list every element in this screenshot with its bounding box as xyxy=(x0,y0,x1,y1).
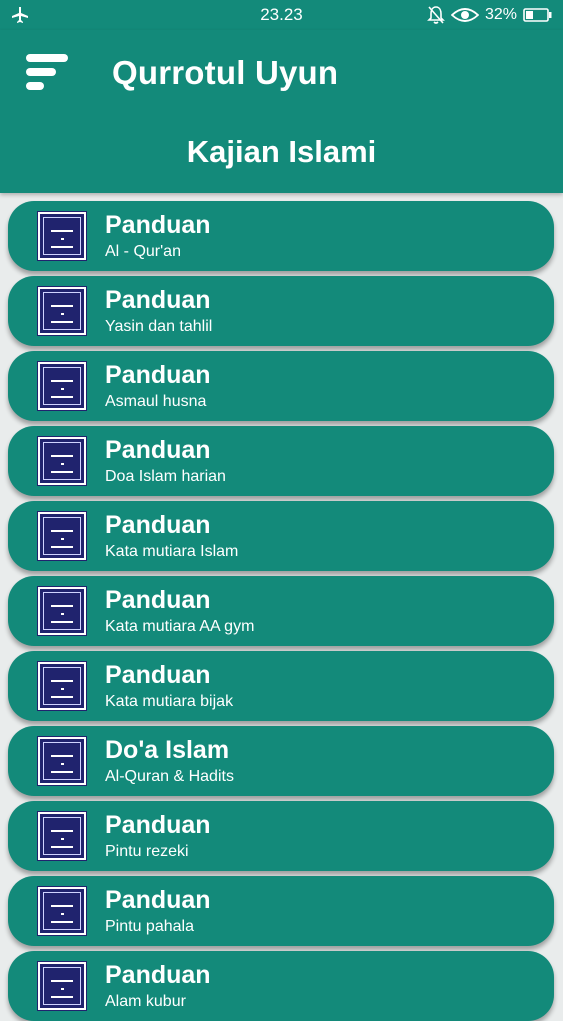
list-item[interactable]: Panduan Pintu pahala xyxy=(8,876,554,946)
app-logo-icon xyxy=(37,436,87,486)
list-item-title: Panduan xyxy=(105,511,211,539)
list-item-subtitle: Al-Quran & Hadits xyxy=(105,768,234,785)
app-logo-icon xyxy=(37,961,87,1011)
status-bar: 23.23 32% xyxy=(0,0,563,30)
app-logo-icon xyxy=(37,511,87,561)
list-item[interactable]: Do'a Islam Al-Quran & Hadits xyxy=(8,726,554,796)
list-item-subtitle: Kata mutiara AA gym xyxy=(105,618,255,635)
app-logo-icon xyxy=(37,586,87,636)
app-logo-icon xyxy=(37,286,87,336)
app-logo-icon xyxy=(37,211,87,261)
list-item-subtitle: Doa Islam harian xyxy=(105,468,226,485)
list-item[interactable]: Panduan Kata mutiara bijak xyxy=(8,651,554,721)
battery-percent: 32% xyxy=(484,6,517,23)
list-item-subtitle: Alam kubur xyxy=(105,993,186,1010)
list-item-title: Panduan xyxy=(105,961,211,989)
app-logo-icon xyxy=(37,886,87,936)
list-item[interactable]: Panduan Doa Islam harian xyxy=(8,426,554,496)
app-header: Qurrotul Uyun Kajian Islami xyxy=(0,30,563,193)
bell-muted-icon xyxy=(427,6,445,24)
app-logo-icon xyxy=(37,661,87,711)
list-item-title: Panduan xyxy=(105,886,211,914)
list-item-subtitle: Kata mutiara Islam xyxy=(105,543,239,560)
list-item-subtitle: Yasin dan tahlil xyxy=(105,318,213,335)
list-item-subtitle: Al - Qur'an xyxy=(105,243,181,260)
list-item-subtitle: Pintu rezeki xyxy=(105,843,189,860)
page-title: Kajian Islami xyxy=(186,134,377,169)
list-item-title: Panduan xyxy=(105,811,211,839)
list-item[interactable]: Panduan Kata mutiara AA gym xyxy=(8,576,554,646)
list-item-title: Panduan xyxy=(105,361,211,389)
app-title: Qurrotul Uyun xyxy=(112,54,339,91)
status-icons: 32% xyxy=(427,4,553,26)
list-item-subtitle: Asmaul husna xyxy=(105,393,207,410)
list-item[interactable]: Panduan Yasin dan tahlil xyxy=(8,276,554,346)
hamburger-menu-icon[interactable] xyxy=(24,50,70,94)
app-logo-icon xyxy=(37,361,87,411)
list-item[interactable]: Panduan Kata mutiara Islam xyxy=(8,501,554,571)
app-logo-icon xyxy=(37,736,87,786)
list-item-title: Panduan xyxy=(105,436,211,464)
list-item-subtitle: Kata mutiara bijak xyxy=(105,693,234,710)
list-item[interactable]: Panduan Al - Qur'an xyxy=(8,201,554,271)
list-item[interactable]: Panduan Alam kubur xyxy=(8,951,554,1021)
list-item[interactable]: Panduan Pintu rezeki xyxy=(8,801,554,871)
list-item-subtitle: Pintu pahala xyxy=(105,918,194,935)
list-item-title: Panduan xyxy=(105,661,211,689)
app-logo-icon xyxy=(37,811,87,861)
list-item-title: Panduan xyxy=(105,211,211,239)
battery-icon xyxy=(523,8,552,22)
list-item-title: Panduan xyxy=(105,586,211,614)
eye-icon xyxy=(450,8,479,22)
list-item[interactable]: Panduan Asmaul husna xyxy=(8,351,554,421)
list-item-title: Do'a Islam xyxy=(105,736,230,764)
list-item-title: Panduan xyxy=(105,286,211,314)
